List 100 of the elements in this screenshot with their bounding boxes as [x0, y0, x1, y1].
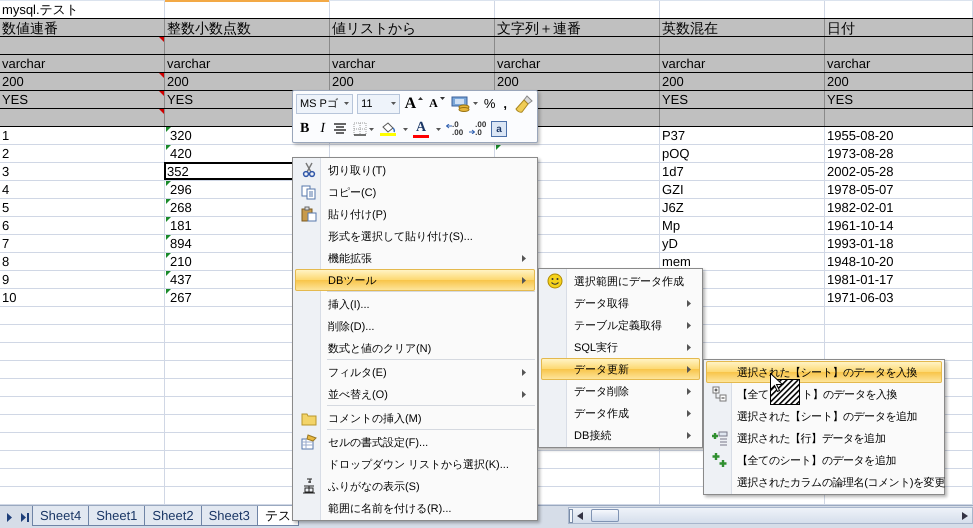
menu-item[interactable]: 形式を選択して貼り付け(S)... [295, 225, 535, 247]
table-cell: 整数小数点数 [167, 20, 251, 36]
expand-collapse-icon [712, 386, 728, 402]
table-cell: 英数混在 [662, 20, 718, 36]
menu-item[interactable]: コピー(C) [295, 181, 535, 203]
table-cell: varchar [332, 56, 376, 72]
menu-item[interactable]: DB接続 [541, 424, 700, 446]
table-cell: 894 [170, 236, 192, 252]
accounting-format-button[interactable] [450, 94, 479, 114]
table-cell: 10 [2, 290, 16, 306]
table-cell: 値リストから [332, 20, 416, 36]
table-cell: 1 [2, 128, 10, 144]
table-cell: 1973-08-28 [827, 146, 894, 162]
font-size-dropdown[interactable]: 11 [357, 94, 400, 114]
scroll-thumb[interactable] [591, 509, 619, 522]
table-cell: 9 [2, 272, 10, 288]
table-cell: 268 [170, 200, 192, 216]
menu-item[interactable]: 数式と値のクリア(N) [295, 337, 535, 359]
font-color-button[interactable]: A [412, 119, 442, 140]
increase-decimal-button[interactable]: .0 .00 [445, 119, 464, 140]
menu-item[interactable]: 切り取り(T) [295, 159, 535, 181]
menu-item[interactable]: 【全てのシート】のデータを追加 [706, 449, 942, 471]
menu-item[interactable]: 選択された【行】データを追加 [706, 427, 942, 449]
menu-item[interactable]: テーブル定義取得 [541, 314, 700, 336]
sheet-tab[interactable]: Sheet2 [144, 506, 202, 526]
table-cell: 210 [170, 254, 192, 270]
menu-item[interactable]: ドロップダウン リストから選択(K)... [295, 453, 535, 475]
menu-item[interactable]: SQL実行 [541, 336, 700, 358]
table-cell: 1978-05-07 [827, 182, 894, 198]
menu-item[interactable]: フィルタ(E) [295, 361, 535, 383]
table-cell: varchar [2, 56, 46, 72]
ruby-text-icon [301, 478, 317, 494]
menu-item[interactable]: DBツール [295, 269, 535, 291]
sheet-tab[interactable]: Sheet3 [200, 506, 258, 526]
sheet-tab[interactable]: Sheet4 [32, 506, 90, 526]
menu-item[interactable]: 機能拡張 [295, 247, 535, 269]
table-cell: 日付 [827, 20, 855, 36]
table-cell: 数値連番 [2, 20, 58, 36]
up-caret-icon [418, 96, 424, 100]
table-cell: 2 [2, 146, 10, 162]
clipboard-icon [301, 206, 317, 222]
table-cell: YES [167, 92, 194, 108]
table-cell: 1982-02-01 [827, 200, 894, 216]
format-painter-button[interactable] [514, 94, 534, 114]
table-cell: 4 [2, 182, 10, 198]
menu-item[interactable]: 挿入(I)... [295, 293, 535, 315]
add-row-icon [712, 430, 728, 446]
decrease-decimal-button[interactable]: .00 .0 [468, 119, 488, 140]
table-cell: 1981-01-17 [827, 272, 894, 288]
table-cell: 181 [170, 218, 192, 234]
smiley-icon [547, 273, 563, 289]
menu-item[interactable]: 貼り付け(P) [295, 203, 535, 225]
menu-item[interactable]: データ削除 [541, 380, 700, 402]
table-cell: 200 [662, 74, 684, 90]
table-cell: varchar [497, 56, 540, 72]
menu-item[interactable]: データ作成 [541, 402, 700, 424]
scroll-right-icon [962, 512, 968, 520]
increase-font-button[interactable]: A [404, 94, 424, 114]
menu-item[interactable]: 選択範囲にデータ作成 [541, 270, 700, 292]
table-cell: 1961-10-14 [827, 218, 894, 234]
menu-item[interactable]: ふりがなの表示(S) [295, 475, 535, 497]
menu-item[interactable]: データ取得 [541, 292, 700, 314]
font-name-dropdown[interactable]: MS Pゴ [296, 94, 354, 114]
menu-item[interactable]: 【全て ト】のデータを入換 [706, 383, 942, 405]
comma-button[interactable]: , [500, 94, 510, 114]
down-caret-icon [440, 96, 445, 100]
menu-item[interactable]: 選択された【シート】のデータを追加 [706, 405, 942, 427]
last-sheet-icon [20, 512, 29, 522]
align-center-icon [333, 123, 348, 136]
table-cell: varchar [827, 56, 870, 72]
brush-icon [515, 94, 533, 113]
bold-button[interactable]: B [296, 119, 314, 140]
table-cell: 1948-10-20 [827, 254, 894, 270]
table-cell: 200 [497, 74, 519, 90]
merge-center-button[interactable]: a [491, 121, 507, 138]
menu-item[interactable]: 削除(D)... [295, 315, 535, 337]
table-cell: 200 [167, 74, 189, 90]
table-cell: mysql.テスト [2, 2, 79, 18]
table-cell: 1d7 [662, 164, 684, 180]
decrease-font-button[interactable]: A [428, 94, 446, 114]
menu-item[interactable]: データ更新 [541, 358, 700, 380]
cell-format-icon [301, 434, 317, 450]
sheet-tab[interactable]: Sheet1 [88, 506, 146, 526]
scroll-left-icon [577, 512, 583, 520]
table-cell: 200 [2, 74, 24, 90]
table-cell: 2002-05-28 [827, 164, 894, 180]
table-cell: 267 [170, 290, 192, 306]
table-cell: YES [827, 92, 854, 108]
menu-item[interactable]: コメントの挿入(M) [295, 407, 535, 429]
italic-button[interactable]: I [317, 119, 328, 140]
percent-button[interactable]: % [482, 94, 496, 114]
table-cell: 296 [170, 182, 192, 198]
table-cell: 420 [170, 146, 192, 162]
horizontal-scrollbar[interactable] [568, 507, 973, 524]
table-cell: 1971-06-03 [827, 290, 894, 306]
table-cell: pOQ [662, 146, 690, 162]
borders-icon [353, 122, 368, 136]
menu-item[interactable]: 並べ替え(O) [295, 383, 535, 405]
table-cell: 352 [167, 164, 189, 180]
menu-item[interactable]: セルの書式設定(F)... [295, 431, 535, 453]
